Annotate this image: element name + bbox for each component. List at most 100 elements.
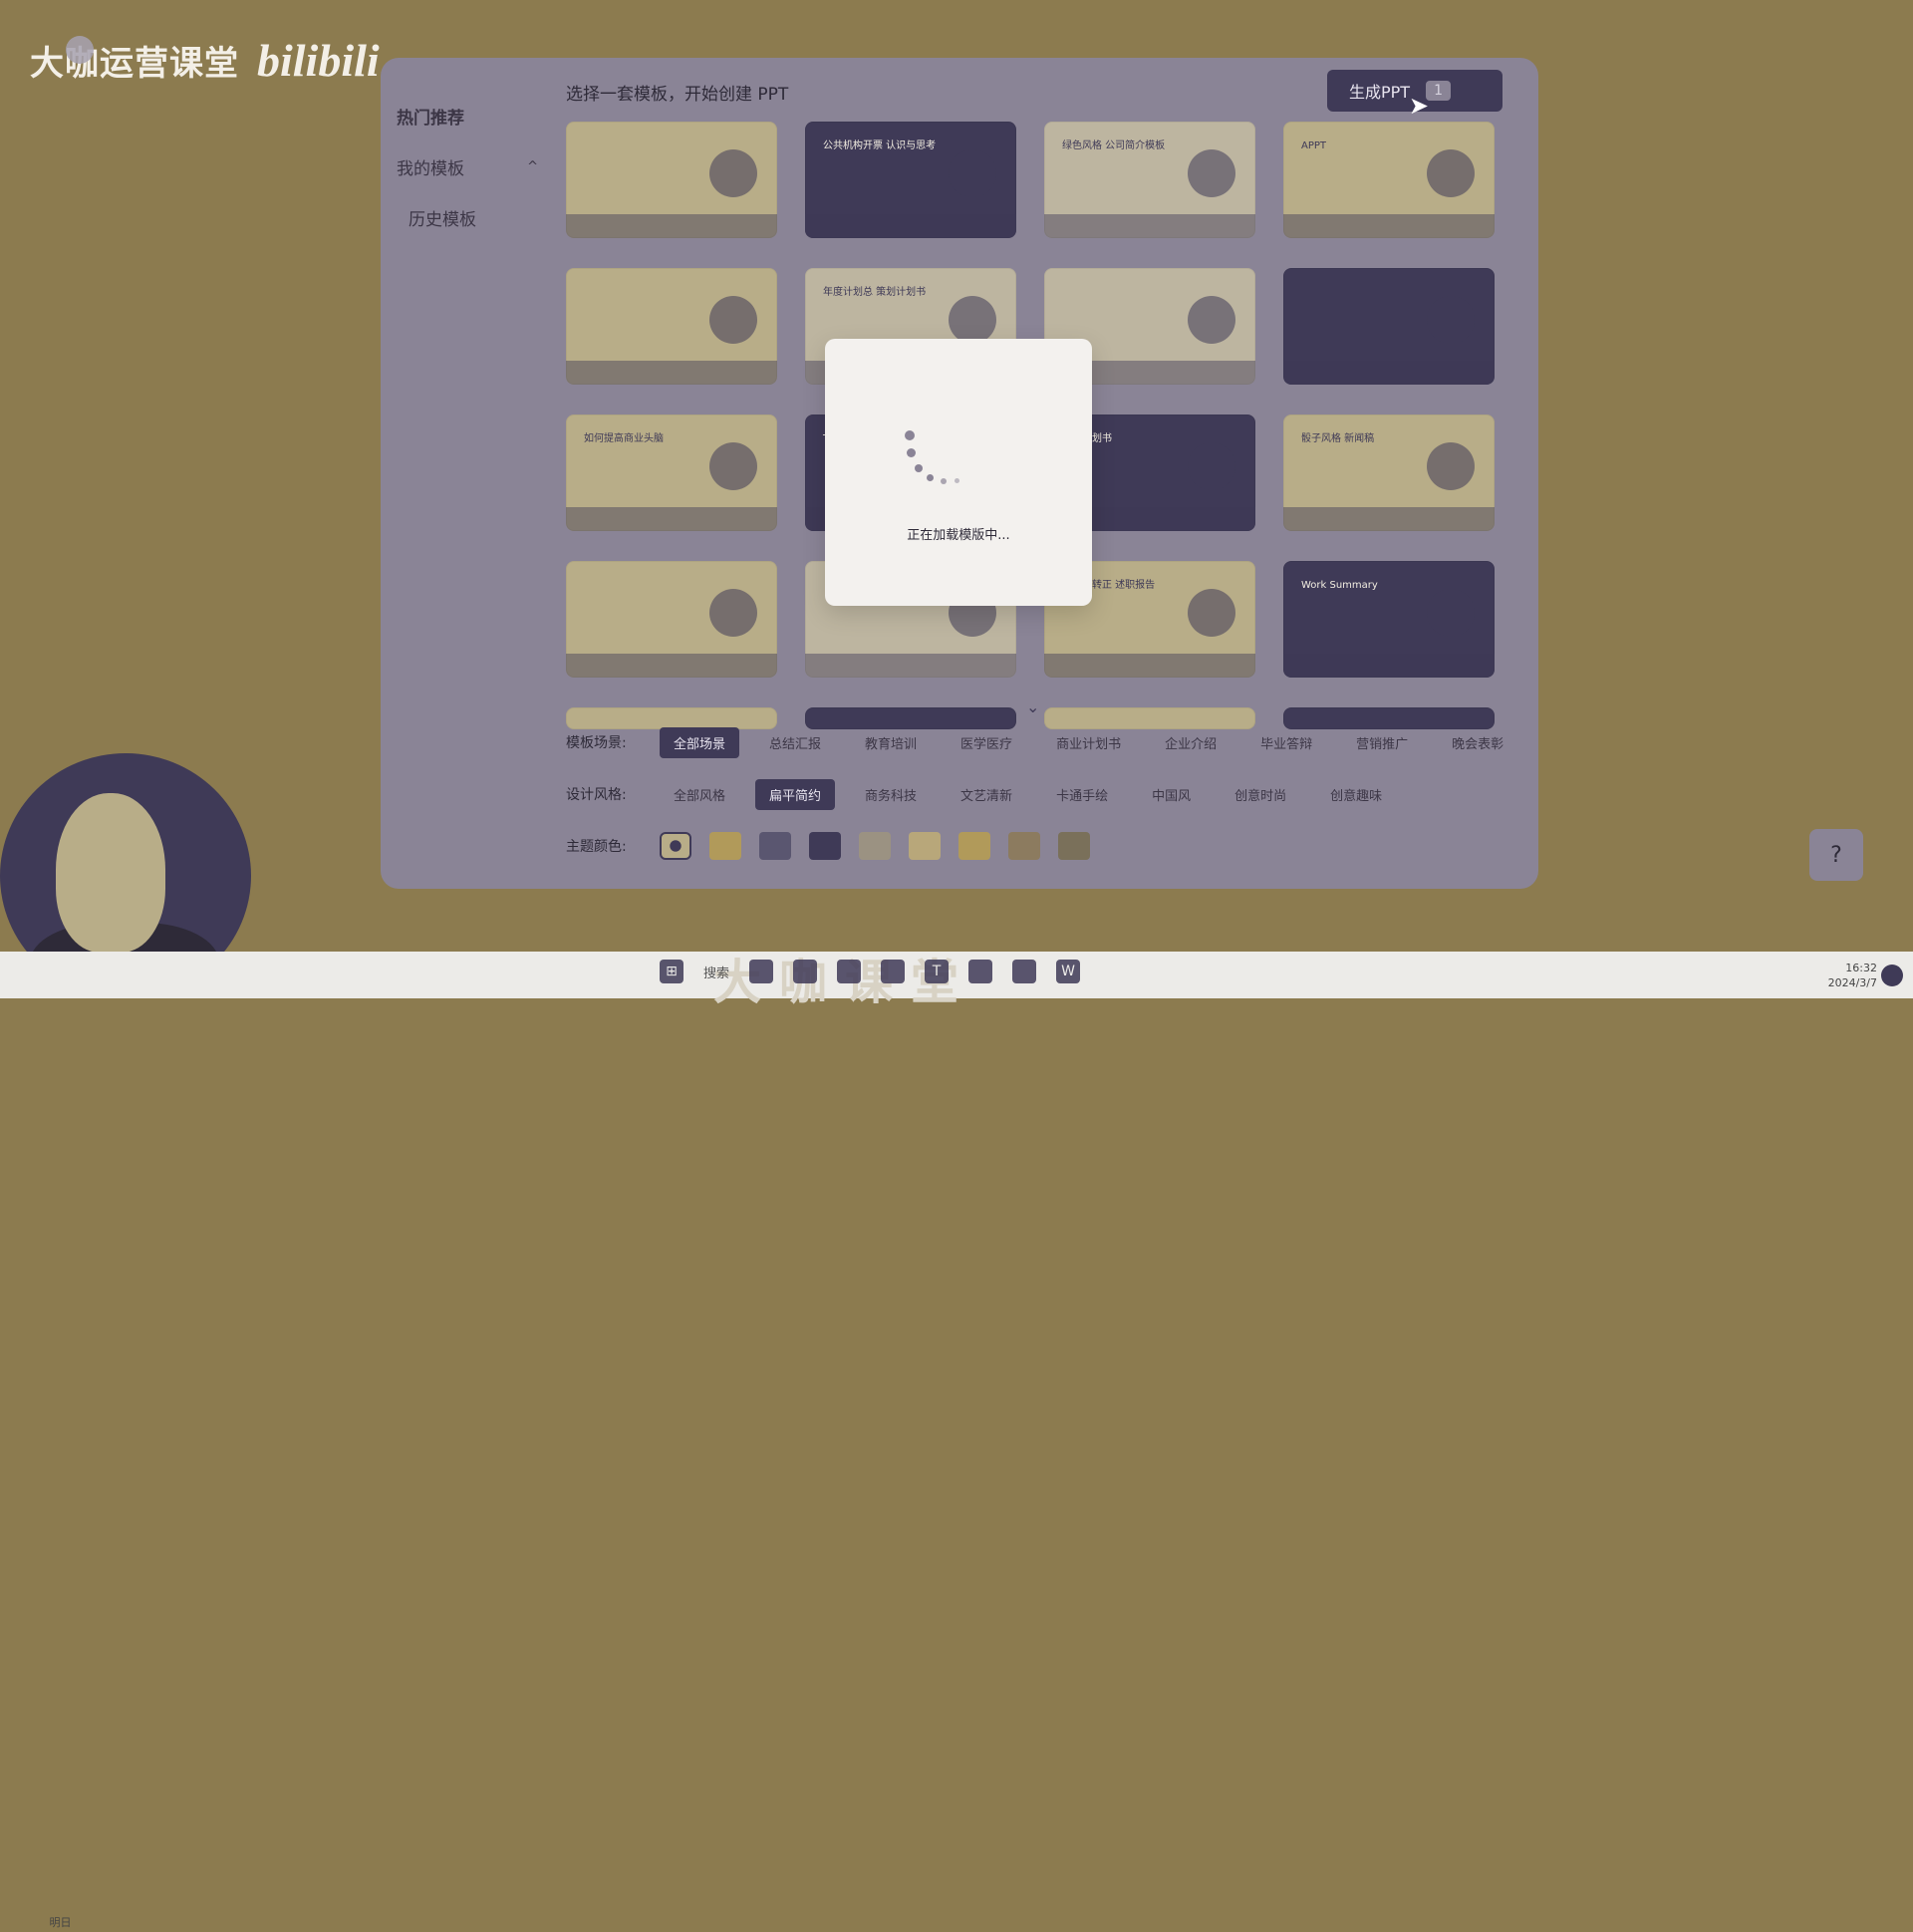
filter-color-label: 主题颜色:: [566, 839, 627, 855]
template-graphic: [1427, 149, 1475, 197]
color-swatch[interactable]: [809, 832, 841, 860]
template-card[interactable]: [566, 561, 777, 678]
color-swatch[interactable]: [958, 832, 990, 860]
template-graphic: [1188, 442, 1235, 490]
template-footer: [566, 214, 777, 238]
chevron-up-icon[interactable]: ^: [527, 159, 538, 174]
taskbar-search[interactable]: 搜索: [703, 963, 729, 981]
help-icon: ?: [1830, 842, 1842, 868]
scene-chip[interactable]: 商业计划书: [1042, 727, 1135, 758]
template-graphic: [1427, 589, 1475, 637]
sidebar-item-history[interactable]: 历史模板: [397, 205, 546, 230]
template-footer: [566, 361, 777, 385]
template-footer: [1044, 214, 1255, 238]
template-graphic: [709, 589, 757, 637]
color-swatch[interactable]: [709, 832, 741, 860]
color-swatch[interactable]: [859, 832, 891, 860]
mouse-cursor-icon: ➤: [1408, 92, 1429, 120]
weather-label: 明日: [49, 1916, 72, 1929]
help-button[interactable]: ?: [1809, 829, 1863, 881]
count-badge: 1: [1426, 81, 1451, 101]
style-chip[interactable]: 商务科技: [851, 779, 931, 810]
style-chip[interactable]: 中国风: [1138, 779, 1205, 810]
chrome-icon[interactable]: [1012, 960, 1037, 983]
template-graphic: [1427, 296, 1475, 344]
template-card[interactable]: APPT: [1283, 122, 1495, 238]
template-graphic: [1427, 442, 1475, 490]
template-card[interactable]: [566, 268, 777, 385]
filter-style-row: 设计风格: 全部风格 扁平简约 商务科技 文艺清新 卡通手绘 中国风 创意时尚 创意趣味: [566, 777, 1533, 811]
template-caption: 公共机构开票 认识与思考: [823, 140, 937, 151]
template-caption: 如何提高商业头脑: [584, 433, 664, 444]
taskbar-icons: ⊞ 搜索 T W: [660, 960, 1081, 983]
style-chip[interactable]: 创意趣味: [1316, 779, 1396, 810]
filter-style-label: 设计风格:: [566, 787, 627, 803]
app-icon[interactable]: [749, 960, 774, 983]
color-swatch[interactable]: [759, 832, 791, 860]
browser-icon[interactable]: [837, 960, 862, 983]
scene-chip[interactable]: 全部场景: [660, 726, 740, 758]
scene-chip[interactable]: 毕业答辩: [1246, 727, 1326, 758]
text-icon[interactable]: T: [925, 960, 950, 983]
filter-area: 模板场景: 全部场景 总结汇报 教育培训 医学医疗 商业计划书 企业介绍 毕业答辩 营销推广晚…: [566, 725, 1533, 881]
page-title: 选择一套模板，开始创建 PPT: [566, 85, 789, 105]
loading-modal: 正在加载模版中...: [825, 339, 1092, 606]
start-icon[interactable]: ⊞: [660, 960, 683, 983]
color-swatch[interactable]: [1008, 832, 1040, 860]
notepad-icon[interactable]: [968, 960, 993, 983]
scene-chip[interactable]: 企业介绍: [1151, 727, 1230, 758]
template-caption: 骰子风格 新闻稿: [1301, 433, 1375, 444]
loading-spinner-icon: [905, 430, 984, 500]
filter-color-row: 主题颜色:: [566, 829, 1533, 863]
sidebar: 热门推荐 我的模板 ^ 历史模板: [397, 104, 546, 256]
scene-chip[interactable]: 晚会表彰: [1438, 727, 1517, 758]
loading-text: 正在加载模版中...: [907, 528, 1010, 543]
template-footer: [1044, 654, 1255, 678]
template-card[interactable]: [566, 122, 777, 238]
color-swatch[interactable]: [909, 832, 941, 860]
template-card[interactable]: 骰子风格 新闻稿: [1283, 414, 1495, 531]
template-card[interactable]: 公共机构开票 认识与思考: [805, 122, 1016, 238]
word-icon[interactable]: W: [1056, 960, 1081, 983]
template-card[interactable]: 绿色风格 公司简介模板: [1044, 122, 1255, 238]
sidebar-item-hot[interactable]: 热门推荐: [397, 104, 546, 129]
style-chip[interactable]: 卡通手绘: [1042, 779, 1122, 810]
color-swatch[interactable]: [660, 832, 691, 860]
sidebar-item-label: 我的模板: [397, 159, 464, 179]
scene-chip[interactable]: 医学医疗: [947, 727, 1026, 758]
filter-scene-row: 模板场景: 全部场景 总结汇报 教育培训 医学医疗 商业计划书 企业介绍 毕业答辩 营销推广晚…: [566, 725, 1533, 759]
folder-icon[interactable]: [793, 960, 818, 983]
template-card[interactable]: [1283, 268, 1495, 385]
scene-chip[interactable]: 总结汇报: [755, 727, 835, 758]
pointer-dot-icon: [66, 36, 94, 64]
template-card[interactable]: Work Summary: [1283, 561, 1495, 678]
sidebar-item-my-templates[interactable]: 我的模板 ^: [397, 154, 546, 179]
taskbar-clock[interactable]: 16:32 2024/3/7: [1828, 961, 1877, 990]
generate-label: 生成PPT: [1349, 83, 1411, 102]
template-footer: [805, 654, 1016, 678]
weather-widget[interactable]: 明日: [22, 1914, 72, 1932]
template-card[interactable]: 如何提高商业头脑: [566, 414, 777, 531]
template-footer: [1283, 214, 1495, 238]
color-swatch[interactable]: [1058, 832, 1090, 860]
template-footer: [1283, 507, 1495, 531]
template-graphic: [709, 442, 757, 490]
weather-icon: [22, 1914, 40, 1932]
template-graphic: [1188, 149, 1235, 197]
template-graphic: [949, 149, 996, 197]
style-chip[interactable]: 创意时尚: [1221, 779, 1300, 810]
template-caption: 绿色风格 公司简介模板: [1062, 140, 1166, 151]
template-graphic: [1188, 589, 1235, 637]
scene-chip[interactable]: 教育培训: [851, 727, 931, 758]
store-icon[interactable]: [881, 960, 906, 983]
notification-icon[interactable]: [1881, 965, 1903, 986]
presenter-face: [56, 793, 165, 953]
template-caption: Work Summary: [1301, 580, 1378, 591]
template-footer: [566, 507, 777, 531]
style-chip[interactable]: 扁平简约: [755, 778, 836, 810]
template-caption: 年度计划总 策划计划书: [823, 287, 927, 298]
scene-chip[interactable]: 营销推广: [1342, 727, 1422, 758]
chevron-down-icon[interactable]: ⌄: [1026, 697, 1039, 716]
style-chip[interactable]: 全部风格: [660, 779, 739, 810]
style-chip[interactable]: 文艺清新: [947, 779, 1026, 810]
